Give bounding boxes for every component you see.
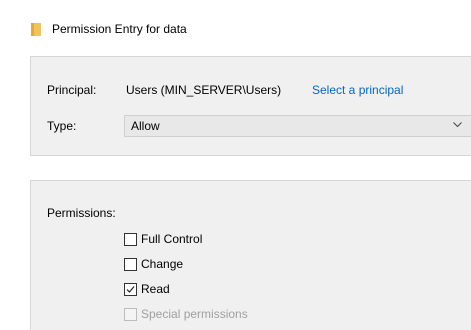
type-label: Type: [47,119,77,133]
special-permissions-checkbox [124,308,137,321]
permissions-label: Permissions: [47,206,116,220]
title-bar: Permission Entry for data [0,0,471,40]
full-control-label: Full Control [141,232,203,246]
read-label: Read [141,282,170,296]
principal-value: Users (MIN_SERVER\Users) [126,83,282,97]
chevron-down-icon [453,122,462,128]
change-checkbox[interactable] [124,258,137,271]
principal-panel: Principal: Users (MIN_SERVER\Users) Sele… [30,56,471,156]
principal-label: Principal: [47,83,97,97]
window-title: Permission Entry for data [52,22,187,36]
checkmark-icon [126,286,135,293]
type-dropdown[interactable]: Allow [124,115,471,137]
folder-icon [31,23,41,36]
change-label: Change [141,257,184,271]
type-dropdown-value: Allow [131,119,160,133]
special-permissions-label: Special permissions [141,307,248,321]
full-control-checkbox[interactable] [124,233,137,246]
permissions-panel: Permissions: Full Control Change Read Sp… [30,180,471,330]
select-principal-link[interactable]: Select a principal [312,83,403,98]
read-checkbox[interactable] [124,283,137,296]
